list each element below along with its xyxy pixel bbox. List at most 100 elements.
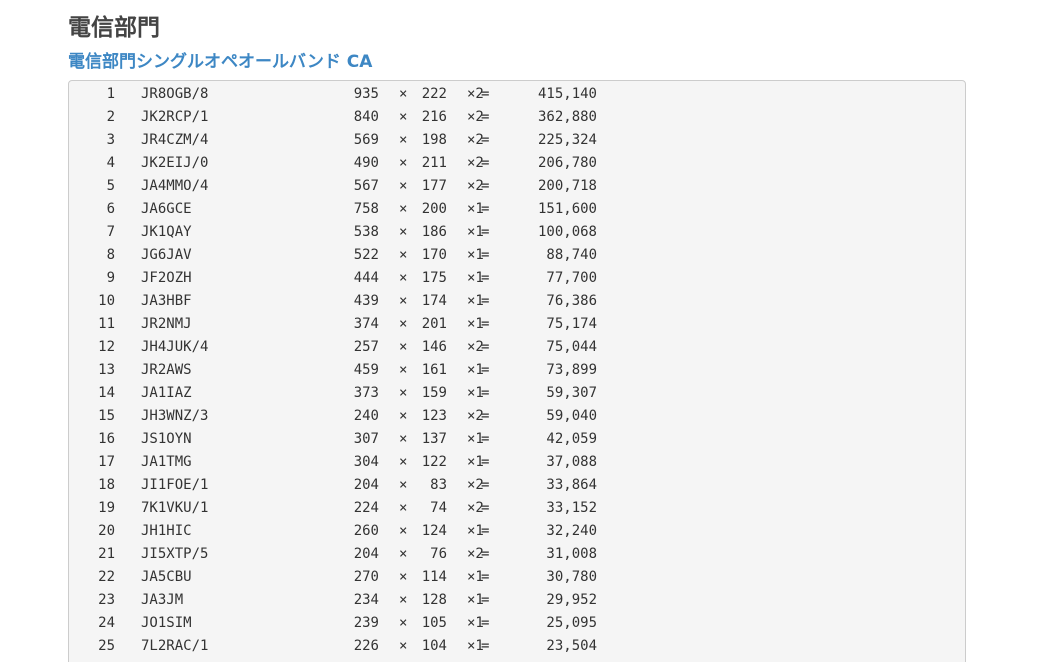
callsign-cell: JH4JUK/4 bbox=[141, 339, 209, 355]
score-cell: 31,008 bbox=[546, 546, 597, 562]
times-sign: × bbox=[399, 293, 408, 309]
results-box[interactable]: 1 JR8OGB/8 935 × 222 ×2 = 415,140 2 JK2RCP/1 840 × 2… bbox=[68, 80, 966, 662]
score-cell: 33,864 bbox=[546, 477, 597, 493]
rank-cell: 3 bbox=[106, 132, 115, 148]
equals-sign: = bbox=[481, 546, 490, 562]
qso-count-cell: 373 bbox=[353, 385, 379, 401]
multiplier-cell: 201 bbox=[421, 316, 447, 332]
times-sign: × bbox=[399, 408, 408, 424]
rank-cell: 22 bbox=[98, 569, 115, 585]
rank-cell: 25 bbox=[98, 638, 115, 654]
multiplier-cell: 177 bbox=[421, 178, 447, 194]
rank-cell: 15 bbox=[98, 408, 115, 424]
score-cell: 151,600 bbox=[537, 201, 597, 217]
qso-count-cell: 439 bbox=[353, 293, 379, 309]
qso-count-cell: 204 bbox=[353, 477, 379, 493]
multiplier-cell: 198 bbox=[421, 132, 447, 148]
score-cell: 415,140 bbox=[537, 86, 597, 102]
callsign-cell: JK2RCP/1 bbox=[141, 109, 209, 125]
rank-cell: 21 bbox=[98, 546, 115, 562]
score-cell: 42,059 bbox=[546, 431, 597, 447]
times-sign: × bbox=[399, 431, 408, 447]
times-sign: × bbox=[399, 615, 408, 631]
score-cell: 75,044 bbox=[546, 339, 597, 355]
rank-cell: 2 bbox=[106, 109, 115, 125]
equals-sign: = bbox=[481, 247, 490, 263]
rank-cell: 5 bbox=[106, 178, 115, 194]
equals-sign: = bbox=[481, 431, 490, 447]
score-cell: 33,152 bbox=[546, 500, 597, 516]
qso-count-cell: 234 bbox=[353, 592, 379, 608]
equals-sign: = bbox=[481, 270, 490, 286]
times-sign: × bbox=[399, 362, 408, 378]
callsign-cell: JA4MMO/4 bbox=[141, 178, 209, 194]
rank-cell: 10 bbox=[98, 293, 115, 309]
callsign-cell: JA1TMG bbox=[141, 454, 192, 470]
score-cell: 77,700 bbox=[546, 270, 597, 286]
times-sign: × bbox=[399, 477, 408, 493]
score-cell: 59,307 bbox=[546, 385, 597, 401]
multiplier-cell: 186 bbox=[421, 224, 447, 240]
multiplier-cell: 123 bbox=[421, 408, 447, 424]
equals-sign: = bbox=[481, 638, 490, 654]
callsign-cell: 7K1VKU/1 bbox=[141, 500, 209, 516]
times-sign: × bbox=[399, 224, 408, 240]
equals-sign: = bbox=[481, 362, 490, 378]
callsign-cell: JK1QAY bbox=[141, 224, 192, 240]
callsign-cell: JI5XTP/5 bbox=[141, 546, 209, 562]
rank-cell: 8 bbox=[106, 247, 115, 263]
equals-sign: = bbox=[481, 523, 490, 539]
callsign-cell: JA6GCE bbox=[141, 201, 192, 217]
multiplier-cell: 83 bbox=[430, 477, 447, 493]
callsign-cell: JR4CZM/4 bbox=[141, 132, 209, 148]
times-sign: × bbox=[399, 569, 408, 585]
score-cell: 200,718 bbox=[537, 178, 597, 194]
rank-cell: 20 bbox=[98, 523, 115, 539]
equals-sign: = bbox=[481, 615, 490, 631]
rank-cell: 1 bbox=[106, 86, 115, 102]
rank-cell: 18 bbox=[98, 477, 115, 493]
qso-count-cell: 307 bbox=[353, 431, 379, 447]
callsign-cell: JF2OZH bbox=[141, 270, 192, 286]
section-title: 電信部門シングルオペオールバンド CA bbox=[68, 52, 373, 72]
score-cell: 206,780 bbox=[537, 155, 597, 171]
score-cell: 88,740 bbox=[546, 247, 597, 263]
rank-cell: 17 bbox=[98, 454, 115, 470]
times-sign: × bbox=[399, 500, 408, 516]
equals-sign: = bbox=[481, 155, 490, 171]
callsign-cell: JA3JM bbox=[141, 592, 184, 608]
qso-count-cell: 224 bbox=[353, 500, 379, 516]
equals-sign: = bbox=[481, 316, 490, 332]
rank-cell: 6 bbox=[106, 201, 115, 217]
score-cell: 100,068 bbox=[537, 224, 597, 240]
callsign-cell: JR8OGB/8 bbox=[141, 86, 209, 102]
callsign-cell: JI1FOE/1 bbox=[141, 477, 209, 493]
rank-cell: 24 bbox=[98, 615, 115, 631]
callsign-cell: JA1IAZ bbox=[141, 385, 192, 401]
equals-sign: = bbox=[481, 339, 490, 355]
multiplier-cell: 146 bbox=[421, 339, 447, 355]
rank-cell: 12 bbox=[98, 339, 115, 355]
score-cell: 59,040 bbox=[546, 408, 597, 424]
equals-sign: = bbox=[481, 569, 490, 585]
times-sign: × bbox=[399, 86, 408, 102]
multiplier-cell: 124 bbox=[421, 523, 447, 539]
score-cell: 362,880 bbox=[537, 109, 597, 125]
times-sign: × bbox=[399, 201, 408, 217]
times-sign: × bbox=[399, 247, 408, 263]
equals-sign: = bbox=[481, 132, 490, 148]
equals-sign: = bbox=[481, 500, 490, 516]
multiplier-cell: 200 bbox=[421, 201, 447, 217]
rank-cell: 23 bbox=[98, 592, 115, 608]
equals-sign: = bbox=[481, 224, 490, 240]
multiplier-cell: 222 bbox=[421, 86, 447, 102]
callsign-cell: JS1OYN bbox=[141, 431, 192, 447]
times-sign: × bbox=[399, 132, 408, 148]
equals-sign: = bbox=[481, 454, 490, 470]
multiplier-cell: 128 bbox=[421, 592, 447, 608]
qso-count-cell: 204 bbox=[353, 546, 379, 562]
callsign-cell: JO1SIM bbox=[141, 615, 192, 631]
score-cell: 75,174 bbox=[546, 316, 597, 332]
qso-count-cell: 522 bbox=[353, 247, 379, 263]
equals-sign: = bbox=[481, 86, 490, 102]
